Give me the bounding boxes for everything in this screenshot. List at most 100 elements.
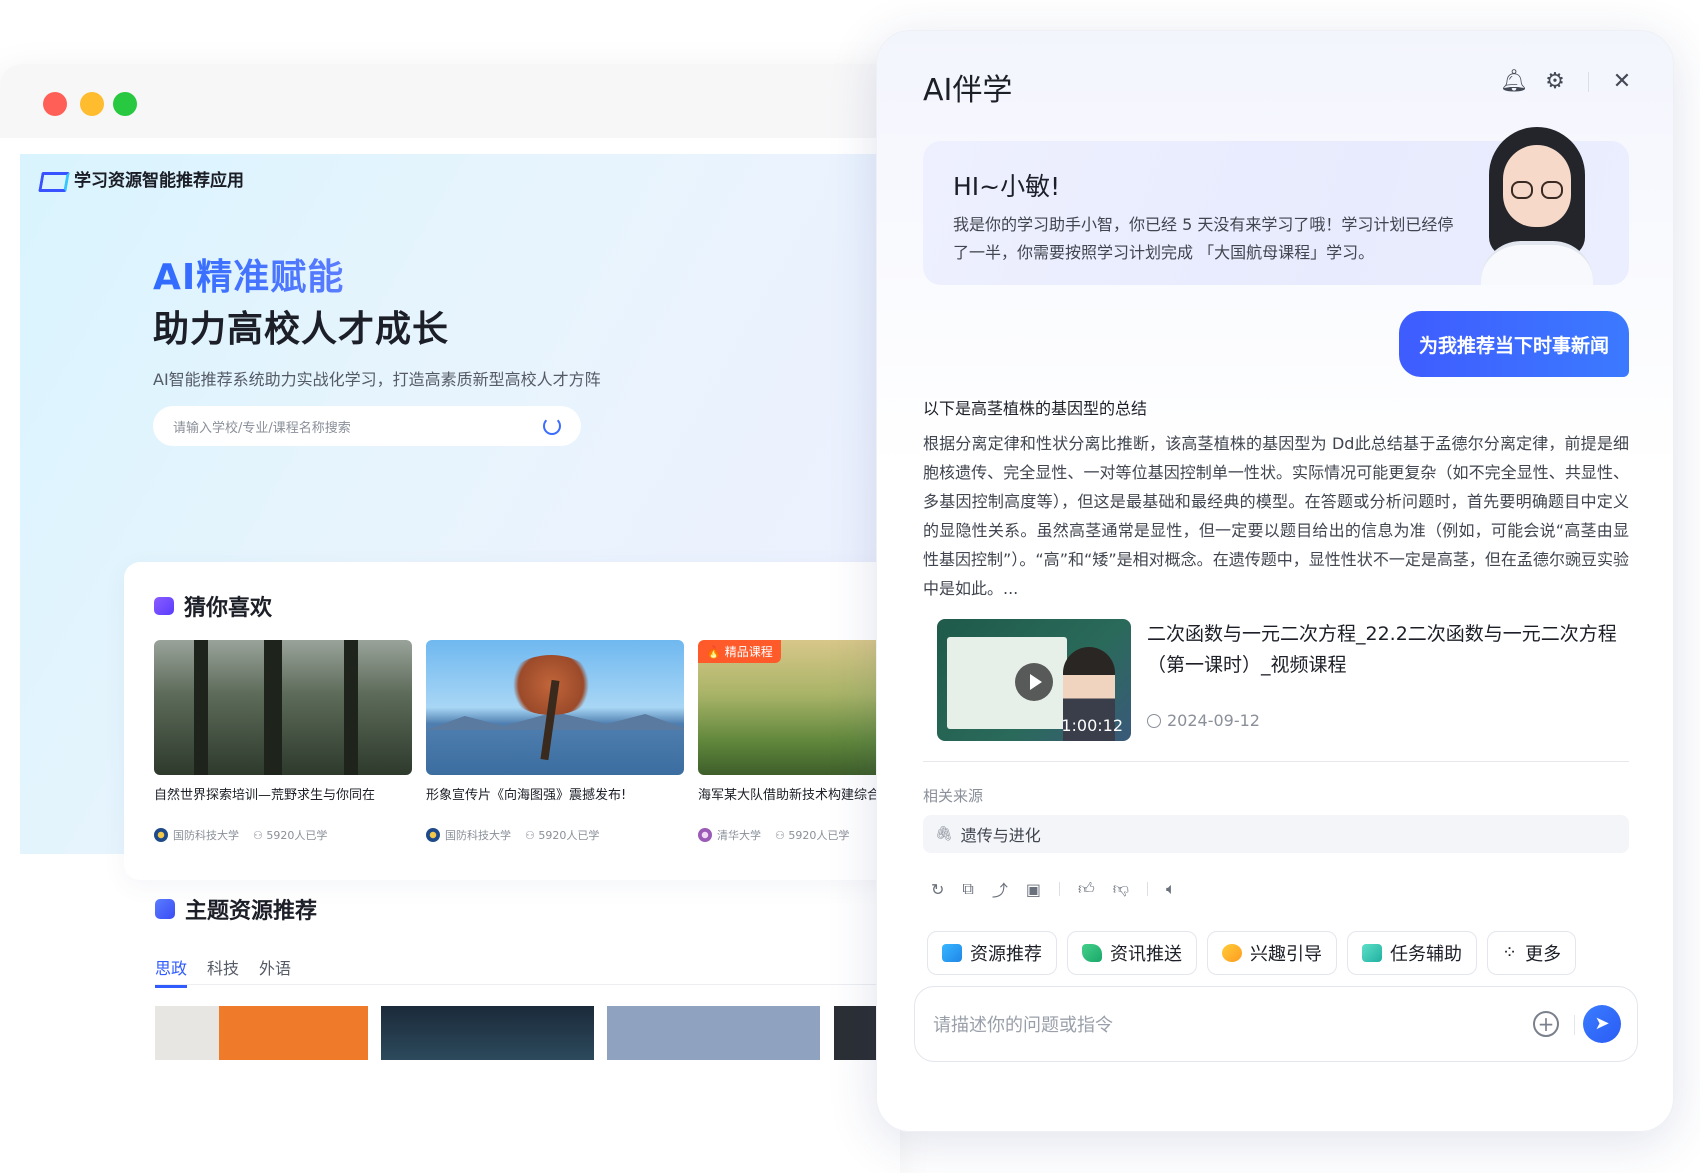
chat-input[interactable]: 请描述你的问题或指令 + ➤: [914, 986, 1638, 1062]
app-name: 学习资源智能推荐应用: [74, 171, 244, 191]
send-icon[interactable]: ➤: [1583, 1005, 1621, 1043]
logo-icon: [40, 170, 66, 188]
heart-chat-icon: [154, 597, 174, 615]
chip-label: 更多: [1525, 944, 1562, 965]
course-title-3[interactable]: 海军某大队借助新技术构建综合台: [698, 786, 898, 805]
learner-count: 5920人已学: [253, 827, 327, 843]
close-window-button[interactable]: [43, 92, 67, 116]
plus-icon[interactable]: +: [1533, 1011, 1559, 1037]
chip-label: 兴趣引导: [1250, 944, 1322, 965]
guess-title: 猜你喜欢: [184, 596, 273, 621]
avatar-body: [1481, 241, 1593, 285]
learner-count: 5920人已学: [775, 827, 849, 843]
greeting-title: HI~小敏!: [953, 172, 1061, 201]
topic-section-title: 主题资源推荐: [185, 899, 318, 924]
interest-icon: [1222, 944, 1242, 962]
avatar-glasses: [1511, 181, 1533, 199]
course-title-2[interactable]: 形象宣传片《向海图强》震撼发布!: [426, 786, 684, 805]
video-title[interactable]: 二次函数与一元二次方程_22.2二次函数与一元二次方程（第一课时）_视频课程: [1147, 619, 1617, 681]
bell-icon[interactable]: 🔔︎: [1500, 71, 1528, 93]
save-folder-icon[interactable]: ▣: [1026, 880, 1041, 899]
chip-label: 资源推荐: [970, 944, 1042, 965]
gear-icon[interactable]: ⚙: [1544, 71, 1566, 93]
topic-star-icon: [155, 899, 175, 919]
ai-companion-panel: AI伴学 🔔︎ ⚙ ✕ HI~小敏! 我是你的学习助手小智，你已经 5 天没有来…: [876, 30, 1674, 1132]
minimize-window-button[interactable]: [80, 92, 104, 116]
course-thumbnail-1[interactable]: [154, 640, 412, 775]
forest-tree: [194, 640, 208, 775]
course-title-1[interactable]: 自然世界探索培训—荒野求生与你同在: [154, 786, 412, 805]
video-thumbnail[interactable]: 1:00:12: [937, 619, 1131, 741]
search-input[interactable]: 请输入学校/专业/课程名称搜索: [153, 406, 581, 446]
chip-more[interactable]: ⁘ 更多: [1487, 931, 1577, 975]
chat-input-placeholder: 请描述你的问题或指令: [933, 1015, 1113, 1036]
panel-toolbar: 🔔︎ ⚙ ✕: [1500, 71, 1633, 93]
greeting-message: 我是你的学习助手小智，你已经 5 天没有来学习了哦！学习计划已经停了一半，你需要…: [953, 215, 1454, 262]
topic-section-header: 主题资源推荐: [155, 893, 317, 925]
clock-icon: [1147, 713, 1161, 728]
search-refresh-icon[interactable]: [543, 417, 561, 435]
chip-task-assist[interactable]: 任务辅助: [1347, 931, 1477, 975]
share-icon[interactable]: ⤴: [992, 877, 1008, 901]
thumbs-up-icon[interactable]: 👍︎: [1078, 879, 1095, 899]
university-name: 清华大学: [717, 829, 761, 842]
chip-news-push[interactable]: 资讯推送: [1067, 931, 1197, 975]
forest-tree: [344, 640, 358, 775]
actions-separator: [1058, 882, 1060, 896]
assistant-avatar: [1467, 123, 1607, 285]
regenerate-icon[interactable]: ↻: [931, 880, 944, 899]
panel-title: AI伴学: [923, 73, 1013, 108]
window-titlebar: [0, 64, 900, 138]
university-name: 国防科技大学: [445, 829, 511, 842]
hero-title: 助力高校人才成长: [153, 309, 450, 350]
university-seal-icon: [698, 828, 712, 842]
topic-thumbnail-3[interactable]: [607, 1006, 820, 1060]
task-icon: [1362, 944, 1382, 962]
source-item-label: 遗传与进化: [960, 826, 1041, 845]
quick-action-chips: 资源推荐 资讯推送 兴趣引导 任务辅助 ⁘ 更多: [927, 931, 1577, 975]
badge-label: 精品课程: [724, 645, 773, 659]
topic-thumbnail-2[interactable]: [381, 1006, 594, 1060]
source-item[interactable]: 🖇︎ 遗传与进化: [923, 815, 1629, 853]
thumbs-down-icon[interactable]: 👎︎: [1113, 879, 1129, 899]
chip-resource-recommend[interactable]: 资源推荐: [927, 931, 1057, 975]
search-placeholder: 请输入学校/专业/课程名称搜索: [173, 420, 351, 436]
forest-tree: [264, 640, 282, 775]
topic-thumbnail-1[interactable]: [155, 1006, 368, 1060]
guess-header: 猜你喜欢: [154, 590, 272, 622]
answer-actions: ↻ ⧉ ⤴ ▣ 👍︎ 👎︎ 🔈︎: [931, 877, 1176, 901]
video-duration: 1:00:12: [1061, 716, 1123, 735]
university-name: 国防科技大学: [173, 829, 239, 842]
answer-divider: [923, 761, 1629, 762]
greeting-card: HI~小敏! 我是你的学习助手小智，你已经 5 天没有来学习了哦！学习计划已经停…: [923, 127, 1629, 285]
university-seal-icon: [154, 828, 168, 842]
play-icon[interactable]: [1015, 663, 1053, 701]
news-icon: [1082, 944, 1102, 962]
video-date-text: 2024-09-12: [1167, 711, 1260, 730]
course-thumbnail-3[interactable]: 🔥 精品课程: [698, 640, 900, 775]
course-meta-3: 清华大学 5920人已学: [698, 827, 849, 843]
tab-divider: [155, 984, 895, 985]
close-icon[interactable]: ✕: [1611, 71, 1633, 93]
course-meta-1: 国防科技大学 5920人已学: [154, 827, 327, 843]
speaker-icon[interactable]: 🔈︎: [1166, 879, 1176, 899]
resource-icon: [942, 944, 962, 962]
chip-label: 资讯推送: [1110, 944, 1182, 965]
user-message-bubble: 为我推荐当下时事新闻: [1398, 311, 1629, 377]
copy-icon[interactable]: ⧉: [962, 879, 973, 899]
screen: 学习资源智能推荐应用 AI精准赋能 助力高校人才成长 AI智能推荐系统助力实战化…: [0, 0, 1700, 1173]
actions-separator: [1146, 882, 1148, 896]
avatar-glasses: [1541, 181, 1563, 199]
maximize-window-button[interactable]: [113, 92, 137, 116]
source-label: 相关来源: [923, 787, 984, 805]
chip-interest-guide[interactable]: 兴趣引导: [1207, 931, 1337, 975]
guess-you-like-card: 猜你喜欢 自然世界探索培训—荒野求生与你同在 国防科技大学 5920人已学 形象…: [124, 562, 900, 880]
video-date: 2024-09-12: [1147, 711, 1260, 730]
course-thumbnail-2[interactable]: [426, 640, 684, 775]
premium-course-badge: 🔥 精品课程: [698, 640, 781, 663]
paperclip-icon: 🖇︎: [935, 826, 953, 842]
chip-label: 任务辅助: [1390, 944, 1462, 965]
app-logo[interactable]: 学习资源智能推荐应用: [40, 166, 244, 191]
toolbar-separator: [1588, 72, 1589, 92]
course-meta-2: 国防科技大学 5920人已学: [426, 827, 599, 843]
